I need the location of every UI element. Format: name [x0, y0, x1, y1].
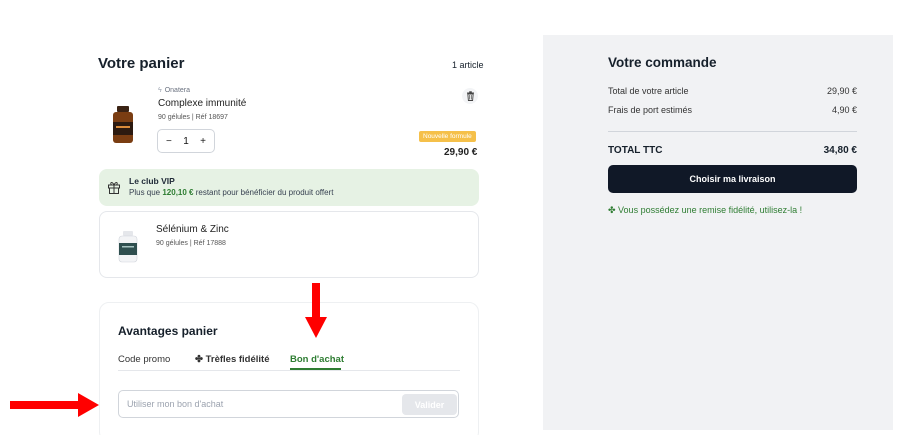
decrease-quantity-button[interactable]: −: [166, 136, 172, 147]
active-tab-indicator: [290, 368, 341, 370]
validate-voucher-button[interactable]: Valider: [402, 394, 457, 415]
product-price: 29,90 €: [444, 147, 478, 158]
summary-divider: [608, 131, 857, 132]
cart-advantages-title: Avantages panier: [118, 324, 218, 338]
cart-item-count: 1 article: [452, 60, 484, 70]
shipping-value: 4,90 €: [831, 105, 857, 115]
vip-title: Le club VIP: [129, 176, 175, 186]
vip-text-before: Plus que: [129, 188, 163, 197]
loyalty-text: Vous possédez une remise fidélité, utili…: [618, 205, 803, 215]
offered-product-meta: 90 gélules | Réf 17888: [156, 240, 226, 247]
subtotal-value: 29,90 €: [826, 86, 857, 96]
remove-item-button[interactable]: [462, 88, 478, 104]
product-image[interactable]: [110, 106, 136, 144]
tab-voucher[interactable]: Bon d'achat: [290, 354, 344, 365]
clover-icon: ✤: [195, 354, 206, 365]
tab-loyalty-clovers[interactable]: ✤ Trèfles fidélité: [195, 354, 270, 365]
quantity-value[interactable]: 1: [183, 136, 189, 147]
tab-promo-code[interactable]: Code promo: [118, 354, 170, 365]
gift-icon: [108, 182, 120, 194]
total-value: 34,80 €: [823, 145, 857, 156]
quantity-stepper[interactable]: − 1 +: [157, 129, 215, 153]
loyalty-discount-message[interactable]: ✤ Vous possédez une remise fidélité, uti…: [608, 205, 802, 216]
vip-message: Plus que 120,10 € restant pour bénéficie…: [129, 188, 333, 197]
subtotal-label: Total de votre article: [608, 86, 689, 96]
new-formula-badge: Nouvelle formule: [419, 131, 476, 142]
clover-icon: ✤: [608, 205, 619, 215]
shipping-label: Frais de port estimés: [608, 105, 693, 115]
cart-title: Votre panier: [98, 55, 185, 72]
arrow-right-annotation: [10, 393, 99, 417]
increase-quantity-button[interactable]: +: [200, 136, 206, 147]
choose-delivery-button[interactable]: Choisir ma livraison: [608, 165, 857, 193]
brand-label: Onatera: [164, 87, 191, 94]
arrow-down-annotation: [305, 283, 327, 338]
vip-remaining-amount: 120,10 €: [162, 188, 194, 197]
bolt-icon: ϟ: [158, 87, 162, 94]
trash-icon: [466, 91, 474, 101]
tabs-divider: [118, 370, 460, 371]
product-meta: 90 gélules | Réf 18697: [158, 114, 228, 121]
total-label: TOTAL TTC: [608, 145, 663, 156]
offered-product-name[interactable]: Sélénium & Zinc: [156, 224, 229, 235]
product-name[interactable]: Complexe immunité: [158, 98, 246, 109]
order-summary-title: Votre commande: [608, 55, 717, 70]
offered-product-image[interactable]: [117, 231, 139, 263]
product-brand: ϟ Onatera: [158, 87, 190, 94]
vip-text-after: restant pour bénéficier du produit offer…: [193, 188, 334, 197]
tab-loyalty-label: Trèfles fidélité: [205, 354, 270, 365]
